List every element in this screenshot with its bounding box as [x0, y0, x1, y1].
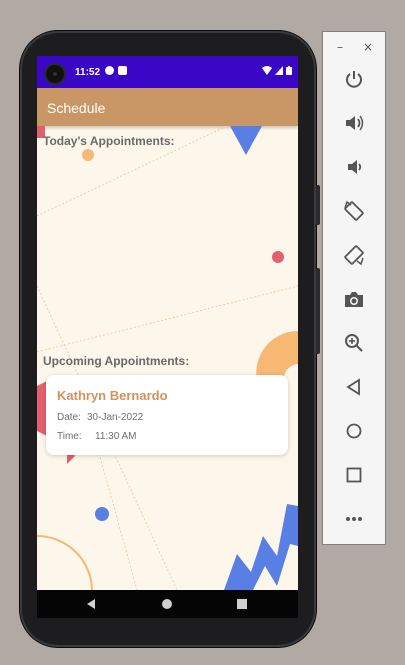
overview-icon	[346, 467, 362, 483]
wifi-icon	[262, 66, 272, 75]
upcoming-appointments-heading: Upcoming Appointments:	[43, 354, 190, 368]
home-button[interactable]	[342, 419, 366, 443]
nav-home-icon[interactable]	[162, 599, 172, 609]
back-icon	[346, 378, 360, 396]
zoom-icon	[345, 334, 363, 352]
overview-button[interactable]	[342, 463, 366, 487]
rotate-left-icon	[344, 200, 364, 221]
system-icons	[262, 66, 292, 75]
power-button[interactable]	[342, 67, 366, 91]
notification-icons	[105, 66, 127, 75]
volume-down-icon	[348, 160, 362, 174]
close-button[interactable]: ×	[363, 40, 373, 54]
settings-notification-icon	[105, 66, 114, 75]
app-bar-title: Schedule	[47, 100, 106, 116]
rotate-right-button[interactable]	[342, 243, 366, 267]
minimize-button[interactable]: –	[337, 40, 343, 54]
date-value: 30-Jan-2022	[87, 412, 144, 423]
more-button[interactable]	[342, 507, 366, 531]
home-icon	[346, 423, 362, 439]
zoom-button[interactable]	[342, 331, 366, 355]
camera-icon	[345, 292, 363, 307]
back-button[interactable]	[342, 375, 366, 399]
appointment-time-row: Time: 11:30 AM	[57, 431, 137, 442]
emulator-toolbar: – ×	[322, 31, 386, 545]
nav-back-icon[interactable]	[87, 599, 95, 609]
phone-volume-key[interactable]	[316, 268, 320, 354]
today-appointments-heading: Today's Appointments:	[43, 134, 175, 148]
rotate-right-icon	[344, 245, 364, 266]
nav-recents-icon[interactable]	[237, 599, 247, 609]
sd-card-icon	[118, 66, 127, 75]
more-icon	[346, 517, 362, 521]
signal-icon	[275, 66, 283, 75]
volume-up-icon	[346, 115, 364, 131]
rotate-left-button[interactable]	[342, 199, 366, 223]
power-icon	[346, 71, 362, 88]
appointment-card[interactable]: Kathryn Bernardo Date: 30-Jan-2022 Time:…	[46, 375, 288, 455]
battery-icon	[286, 66, 292, 75]
phone-power-key[interactable]	[316, 185, 320, 225]
appointment-date-row: Date: 30-Jan-2022	[57, 412, 143, 423]
time-label: Time:	[57, 431, 82, 442]
navigation-bar	[37, 590, 298, 618]
front-camera	[46, 65, 64, 83]
status-bar: 11:52	[37, 56, 298, 88]
app-bar: Schedule	[37, 88, 298, 126]
device-screen: 11:52 Schedule Today's Appointments: Upc…	[37, 56, 298, 618]
screenshot-button[interactable]	[342, 287, 366, 311]
schedule-content: Today's Appointments: Upcoming Appointme…	[37, 126, 298, 590]
date-label: Date:	[57, 412, 81, 423]
volume-down-button[interactable]	[342, 155, 366, 179]
time-value: 11:30 AM	[95, 431, 137, 442]
volume-up-button[interactable]	[342, 111, 366, 135]
status-time: 11:52	[75, 67, 101, 78]
patient-name: Kathryn Bernardo	[57, 388, 168, 403]
